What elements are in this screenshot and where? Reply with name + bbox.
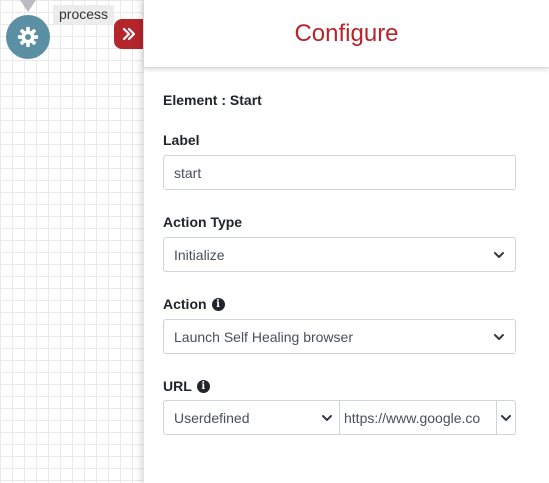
url-label-text: URL <box>163 378 192 394</box>
process-node[interactable] <box>6 15 50 59</box>
action-type-select[interactable]: Initialize <box>163 237 516 272</box>
url-value-select[interactable]: https://www.google.co <box>340 400 516 435</box>
label-field-label: Label <box>163 132 515 148</box>
action-type-selected: Initialize <box>174 246 225 263</box>
url-type-select[interactable]: Userdefined <box>163 400 340 435</box>
action-type-label-text: Action Type <box>163 214 243 230</box>
chevron-down-icon <box>494 333 504 340</box>
gear-icon <box>17 26 39 48</box>
configure-panel: Configure Element : Start Label Action T… <box>143 0 549 483</box>
url-row: Userdefined https://www.google.co <box>163 400 516 435</box>
label-input-wrapper <box>163 155 516 190</box>
action-type-label: Action Type <box>163 214 515 230</box>
label-input[interactable] <box>174 164 505 181</box>
url-value-dropdown-toggle[interactable] <box>496 401 515 434</box>
node-label: process <box>53 5 115 24</box>
info-icon[interactable]: i <box>211 297 225 311</box>
element-title: Element : Start <box>163 92 262 108</box>
action-select[interactable]: Launch Self Healing browser <box>163 319 516 354</box>
collapse-panel-button[interactable] <box>114 19 143 49</box>
double-chevron-right-icon <box>122 27 135 41</box>
info-icon[interactable]: i <box>196 379 210 393</box>
url-value-text: https://www.google.co <box>344 409 481 426</box>
action-selected: Launch Self Healing browser <box>174 328 353 345</box>
action-label-text: Action <box>163 296 207 312</box>
panel-header: Configure <box>144 0 549 68</box>
url-label: URL i <box>163 378 515 394</box>
node-connector-arrow <box>20 0 36 12</box>
chevron-down-icon <box>494 251 504 258</box>
action-label: Action i <box>163 296 515 312</box>
panel-body: Element : Start Label Action Type Initia… <box>144 92 549 435</box>
panel-title: Configure <box>294 19 399 47</box>
chevron-down-icon <box>322 414 332 421</box>
label-field-label-text: Label <box>163 132 200 148</box>
url-type-selected: Userdefined <box>174 409 250 426</box>
chevron-down-icon <box>501 414 511 421</box>
